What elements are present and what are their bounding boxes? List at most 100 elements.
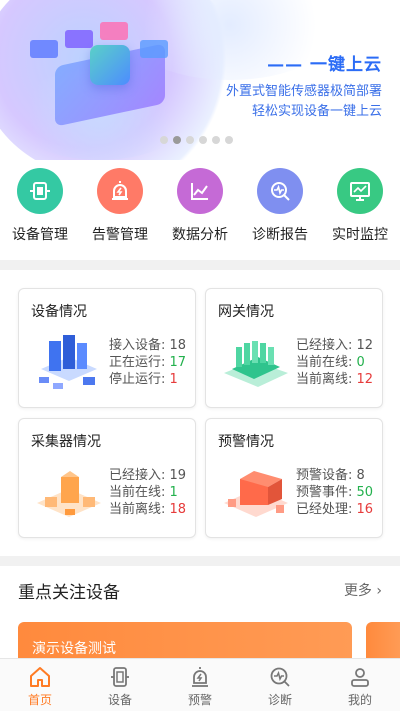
tab-profile[interactable]: 我的 (320, 659, 400, 711)
stat-row: 已经处理: 16 (296, 501, 373, 518)
menu-item-realtime-monitor[interactable]: 实时监控 (320, 168, 400, 254)
stat-label: 停止运行: (109, 372, 170, 387)
warning-status-card[interactable]: 预警情况 预警设备: 8 预警事件: 50 已经处理: 16 (205, 418, 383, 538)
collector-status-card[interactable]: 采集器情况 已经接入: 19 当前在线: 1 当前离线: 18 (18, 418, 196, 538)
carousel-dot[interactable] (186, 136, 194, 144)
menu-item-alarm-management[interactable]: 告警管理 (80, 168, 160, 254)
stat-value: 1 (169, 485, 178, 500)
stat-row: 当前在线: 0 (296, 354, 373, 371)
tab-home[interactable]: 首页 (0, 659, 80, 711)
focus-device-card[interactable] (366, 622, 400, 658)
device-icon (17, 168, 63, 214)
stat-label: 已经接入: (296, 338, 357, 353)
tab-diagnosis[interactable]: 诊断 (240, 659, 320, 711)
carousel-dot[interactable] (225, 136, 233, 144)
tab-label: 诊断 (267, 693, 292, 707)
menu-label: 诊断报告 (252, 227, 308, 243)
tab-label: 预警 (187, 693, 212, 707)
collector-illustration (31, 459, 107, 523)
card-title: 网关情况 (218, 304, 274, 320)
stat-value: 19 (169, 468, 187, 483)
screen-illustration (30, 40, 58, 58)
stat-row: 接入设备: 18 (109, 337, 186, 354)
stat-row: 预警事件: 50 (296, 484, 373, 501)
screen-illustration (65, 30, 93, 48)
screen-illustration (100, 22, 128, 40)
banner-subtitle: 外置式智能传感器极简部署 (225, 84, 382, 99)
menu-item-data-analysis[interactable]: 数据分析 (160, 168, 240, 254)
gateway-illustration (218, 329, 294, 393)
stat-label: 正在运行: (109, 355, 170, 370)
more-link[interactable]: 更多 › (344, 580, 382, 600)
menu-label: 设备管理 (12, 227, 68, 243)
menu-label: 告警管理 (92, 227, 148, 243)
banner-subtitle: 轻松实现设备一键上云 (251, 104, 382, 119)
stat-label: 当前离线: (109, 502, 170, 517)
stat-value: 18 (169, 338, 187, 353)
warning-icon (192, 667, 208, 687)
carousel-dot-active[interactable] (173, 136, 181, 144)
more-label: 更多 (343, 583, 372, 599)
chevron-right-icon: › (371, 583, 382, 599)
card-title: 采集器情况 (31, 434, 101, 450)
stat-label: 预警事件: (296, 485, 357, 500)
carousel-dot[interactable] (212, 136, 220, 144)
carousel-dot[interactable] (160, 136, 168, 144)
alarm-icon (97, 168, 143, 214)
stat-label: 已经接入: (109, 468, 170, 483)
bottom-tab-bar: 首页 设备 预警 诊断 我的 (0, 658, 400, 711)
warning-illustration (218, 459, 294, 523)
device-name: 演示设备测试 (32, 641, 116, 657)
monitor-icon (337, 168, 383, 214)
stat-value: 12 (356, 338, 374, 353)
server-illustration (31, 329, 107, 393)
tab-label: 首页 (27, 693, 52, 707)
stat-value: 18 (169, 502, 187, 517)
stat-label: 接入设备: (109, 338, 170, 353)
focus-device-card[interactable]: 演示设备测试 (18, 622, 352, 658)
section-divider (0, 556, 400, 566)
banner-carousel[interactable]: —— 一键上云 外置式智能传感器极简部署 轻松实现设备一键上云 (0, 0, 400, 160)
collector-stats: 已经接入: 19 当前在线: 1 当前离线: 18 (109, 467, 186, 518)
stat-row: 当前在线: 1 (109, 484, 186, 501)
menu-item-diagnosis-report[interactable]: 诊断报告 (240, 168, 320, 254)
card-title: 预警情况 (218, 434, 274, 450)
stat-value: 17 (169, 355, 187, 370)
stat-label: 当前在线: (296, 355, 357, 370)
chart-icon (177, 168, 223, 214)
gateway-stats: 已经接入: 12 当前在线: 0 当前离线: 12 (296, 337, 373, 388)
stat-value: 0 (356, 355, 365, 370)
stat-value: 16 (356, 502, 374, 517)
carousel-indicator (160, 136, 233, 144)
card-title: 设备情况 (31, 304, 87, 320)
tab-device[interactable]: 设备 (80, 659, 160, 711)
tab-label: 我的 (347, 693, 372, 707)
stat-label: 预警设备: (296, 468, 357, 483)
device-stats: 接入设备: 18 正在运行: 17 停止运行: 1 (109, 337, 186, 388)
carousel-dot[interactable] (199, 136, 207, 144)
stat-row: 当前离线: 18 (109, 501, 186, 518)
stat-row: 停止运行: 1 (109, 371, 186, 388)
banner-title: —— 一键上云 (267, 55, 382, 75)
stat-value: 8 (356, 468, 365, 483)
gateway-status-card[interactable]: 网关情况 已经接入: 12 当前在线: 0 当前离线: 12 (205, 288, 383, 408)
warning-stats: 预警设备: 8 预警事件: 50 已经处理: 16 (296, 467, 373, 518)
device-status-card[interactable]: 设备情况 接入设备: 18 正在运行: 17 停止运行: 1 (18, 288, 196, 408)
quick-menu: 设备管理 告警管理 数据分析 诊断报告 实时监控 (0, 168, 400, 254)
menu-item-device-management[interactable]: 设备管理 (0, 168, 80, 254)
menu-label: 数据分析 (172, 227, 228, 243)
stat-row: 已经接入: 12 (296, 337, 373, 354)
stat-value: 12 (356, 372, 374, 387)
stat-label: 当前离线: (296, 372, 357, 387)
section-title: 重点关注设备 (18, 583, 120, 603)
stat-value: 1 (169, 372, 178, 387)
home-icon (30, 667, 50, 687)
diagnosis-icon (257, 168, 303, 214)
user-icon (351, 668, 369, 687)
tab-label: 设备 (107, 693, 132, 707)
tab-warning[interactable]: 预警 (160, 659, 240, 711)
stat-label: 已经处理: (296, 502, 357, 517)
device-icon (111, 667, 129, 687)
stat-label: 当前在线: (109, 485, 170, 500)
cloud-server-illustration (90, 45, 130, 85)
